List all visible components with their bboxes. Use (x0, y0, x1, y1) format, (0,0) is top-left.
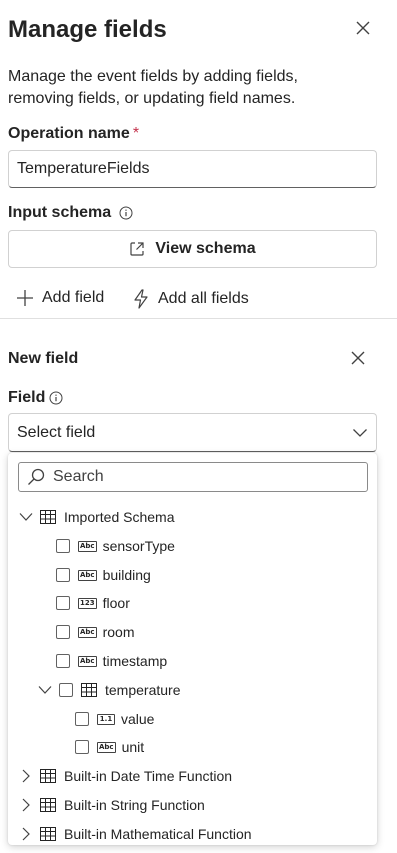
add-field-label: Add field (42, 289, 105, 306)
tree-item[interactable]: Abc building (56, 563, 151, 587)
add-all-fields-button[interactable]: Add all fields (132, 289, 249, 309)
tree-node-label: Imported Schema (64, 509, 175, 525)
operation-name-value: TemperatureFields (17, 160, 150, 177)
checkbox[interactable] (56, 654, 70, 668)
input-schema-label: Input schema (8, 204, 133, 222)
tree-node-label: Built-in Date Time Function (64, 768, 233, 784)
tree-node-builtin-string[interactable]: Built-in String Function (18, 793, 205, 817)
operation-name-label: Operation name * (8, 125, 139, 143)
page-title: Manage fields (8, 16, 167, 43)
tree-item[interactable]: 1.1 value (75, 707, 154, 731)
chevron-right-icon[interactable] (18, 797, 34, 813)
text-type-icon: Abc (78, 626, 97, 638)
chevron-right-icon[interactable] (18, 768, 34, 784)
tree-node-label: temperature (105, 682, 181, 698)
field-search-input[interactable]: Search (18, 462, 368, 492)
tree-item[interactable]: Abc sensorType (56, 534, 175, 558)
checkbox[interactable] (56, 625, 70, 639)
tree-item[interactable]: 123 floor (56, 591, 130, 615)
add-field-button[interactable]: Add field (16, 289, 104, 307)
checkbox[interactable] (75, 712, 89, 726)
tree-node-temperature[interactable]: temperature (37, 678, 180, 702)
operation-name-input[interactable]: TemperatureFields (8, 150, 377, 188)
field-label-text: Field (8, 389, 46, 406)
tree-item[interactable]: Abc unit (75, 735, 144, 759)
text-type-icon: Abc (78, 655, 97, 667)
table-icon (40, 510, 56, 524)
table-icon (81, 683, 97, 697)
chevron-down-icon[interactable] (18, 509, 34, 525)
add-icon (17, 290, 33, 306)
close-icon (351, 351, 365, 365)
tree-item-label: sensorType (102, 538, 175, 554)
tree-item-label: building (102, 567, 151, 583)
chevron-down-icon (353, 428, 367, 437)
new-field-title: New field (8, 350, 79, 367)
tree-item-label: unit (121, 739, 145, 755)
search-placeholder: Search (53, 468, 104, 485)
text-type-icon: Abc (78, 540, 97, 552)
open-external-icon (130, 242, 144, 256)
tree-node-label: Built-in String Function (64, 797, 205, 813)
view-schema-button[interactable]: View schema (8, 230, 377, 268)
tree-node-builtin-datetime[interactable]: Built-in Date Time Function (18, 764, 232, 788)
close-icon (356, 21, 370, 35)
input-schema-label-text: Input schema (8, 204, 112, 221)
tree-node-imported-schema[interactable]: Imported Schema (18, 505, 175, 529)
checkbox[interactable] (56, 568, 70, 582)
tree-item-label: room (102, 624, 135, 640)
info-icon[interactable] (49, 391, 63, 405)
checkbox[interactable] (56, 596, 70, 610)
tree-node-builtin-math[interactable]: Built-in Mathematical Function (18, 822, 252, 846)
text-type-icon: Abc (97, 741, 116, 753)
field-label: Field (8, 389, 63, 407)
field-dropdown-placeholder: Select field (17, 423, 96, 441)
table-icon (40, 769, 56, 783)
flash-icon (134, 289, 148, 309)
section-divider (0, 318, 397, 319)
checkbox[interactable] (56, 539, 70, 553)
required-mark: * (132, 125, 140, 142)
tree-item-label: value (121, 711, 155, 727)
tree-item-label: floor (102, 595, 130, 611)
add-all-fields-label: Add all fields (158, 290, 249, 307)
chevron-right-icon[interactable] (18, 826, 34, 842)
checkbox[interactable] (75, 740, 89, 754)
info-icon[interactable] (119, 206, 133, 220)
table-icon (40, 798, 56, 812)
operation-name-label-text: Operation name (8, 125, 130, 142)
tree-item[interactable]: Abc room (56, 620, 134, 644)
number-type-icon: 123 (78, 597, 97, 609)
tree-node-label: Built-in Mathematical Function (64, 826, 252, 842)
close-new-field-button[interactable] (346, 346, 370, 370)
table-icon (40, 827, 56, 841)
search-icon (28, 468, 45, 485)
tree-item-label: timestamp (102, 653, 168, 669)
tree-item[interactable]: Abc timestamp (56, 649, 167, 673)
view-schema-label: View schema (155, 240, 256, 257)
close-panel-button[interactable] (351, 16, 375, 40)
checkbox[interactable] (59, 683, 73, 697)
text-type-icon: Abc (78, 569, 97, 581)
chevron-down-icon[interactable] (37, 682, 53, 698)
decimal-type-icon: 1.1 (97, 713, 115, 725)
field-dropdown[interactable]: Select field (8, 413, 377, 452)
panel-description: Manage the event fields by adding fields… (8, 68, 298, 107)
